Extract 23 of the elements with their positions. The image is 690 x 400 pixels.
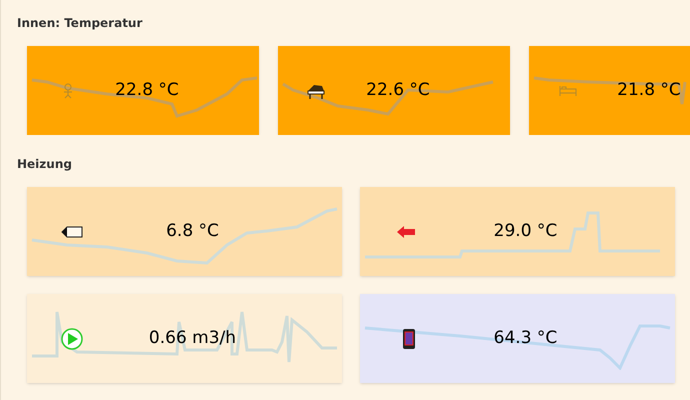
value-text: 21.8 °C	[617, 78, 681, 102]
sensor-card[interactable]: 0.66 m3/h	[27, 294, 342, 383]
value-text: 22.8 °C	[115, 78, 179, 102]
bed-icon	[559, 84, 577, 96]
value-text: 6.8 °C	[166, 220, 219, 243]
play-icon	[61, 328, 83, 350]
tank-icon	[402, 328, 416, 350]
section-title: Heizung	[16, 156, 73, 173]
arrow-icon	[396, 224, 416, 238]
sensor-card[interactable]: 22.8 °C	[27, 46, 259, 135]
piano-icon	[306, 82, 326, 98]
sensor-card[interactable]: 22.6 °C	[278, 46, 510, 135]
value-text: 29.0 °C	[494, 220, 558, 243]
sensor-card[interactable]: 64.3 °C	[360, 294, 675, 383]
value-text: 0.66 m3/h	[148, 326, 236, 350]
sensor-card[interactable]: 6.8 °C	[27, 187, 342, 276]
sensor-card[interactable]: 29.0 °C	[360, 187, 675, 276]
value-text: 22.6 °C	[366, 78, 430, 102]
section-title: Innen: Temperatur	[16, 15, 144, 32]
value-text: 64.3 °C	[494, 326, 558, 350]
child-figure-icon	[61, 82, 75, 98]
sensor-card[interactable]: 21.8 °C	[529, 46, 690, 135]
tag-icon	[61, 226, 83, 238]
